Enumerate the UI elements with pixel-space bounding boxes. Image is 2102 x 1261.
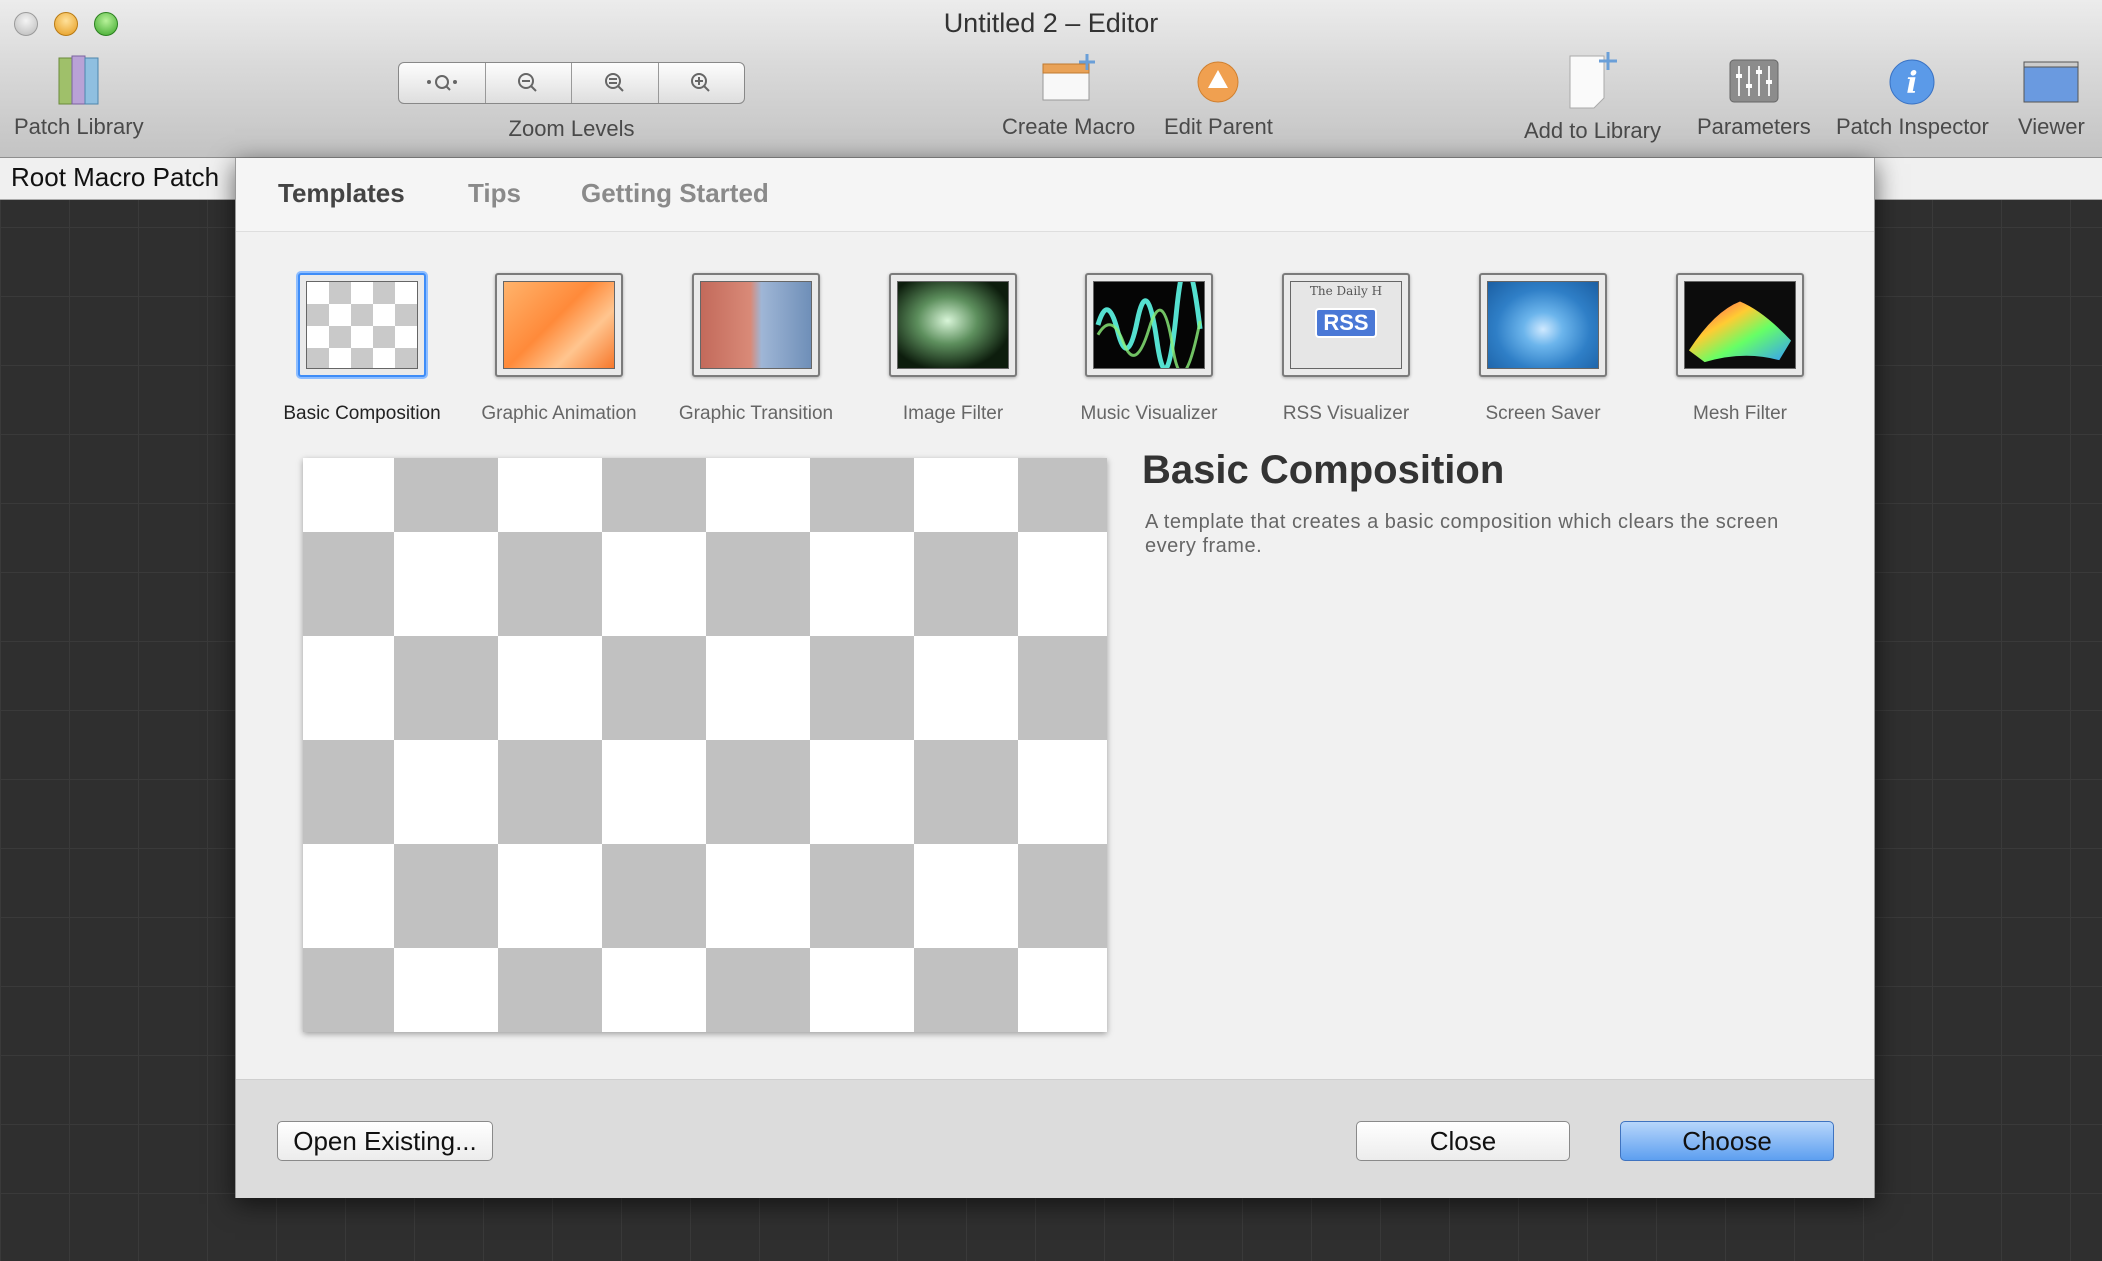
add-to-library-icon (1569, 52, 1618, 109)
template-label: Image Filter (902, 403, 1004, 424)
music-visualizer-thumbnail (1085, 264, 1213, 377)
open-existing-button[interactable]: Open Existing... (277, 1121, 493, 1161)
window-titlebar: Untitled 2 – Editor Patch Library Zoom L… (0, 0, 2102, 158)
sheet-tabs: Templates Tips Getting Started (236, 158, 1874, 232)
tab-tips[interactable]: Tips (468, 178, 521, 209)
zoom-fit-button[interactable] (399, 63, 486, 103)
create-macro-icon (1042, 54, 1095, 101)
screen-saver-thumbnail (1479, 273, 1607, 377)
zoom-levels-label: Zoom Levels (508, 116, 635, 141)
sliders-icon (1729, 59, 1779, 103)
zoom-actual-icon (604, 73, 624, 92)
window-title: Untitled 2 – Editor (943, 8, 1159, 38)
zoom-actual-size-button[interactable] (572, 63, 659, 103)
patch-inspector-label: Patch Inspector (1836, 114, 1989, 139)
template-detail-title: Basic Composition (1142, 448, 1505, 492)
zoom-levels-control (398, 62, 745, 104)
zoom-fit-icon (426, 75, 457, 91)
template-screen-saver[interactable]: Screen Saver (1448, 273, 1638, 425)
template-label: Music Visualizer (1080, 403, 1218, 424)
mesh-icon (1688, 301, 1792, 363)
root-macro-patch-label[interactable]: Root Macro Patch (11, 162, 219, 193)
template-label: Screen Saver (1485, 403, 1601, 424)
zoom-out-icon (518, 73, 537, 92)
image-filter-thumbnail (889, 273, 1017, 377)
waveform-icon (1095, 264, 1203, 374)
template-label: Basic Composition (283, 403, 441, 424)
add-to-library-label: Add to Library (1524, 118, 1661, 143)
template-graphic-animation[interactable]: Graphic Animation (464, 273, 654, 425)
viewer-window-icon (2023, 61, 2079, 103)
patch-library-label: Patch Library (14, 114, 144, 139)
library-books-icon (58, 55, 99, 105)
template-mesh-filter[interactable]: Mesh Filter (1645, 273, 1835, 425)
sheet-footer: Open Existing... Close Choose (236, 1079, 1874, 1198)
edit-parent-label: Edit Parent (1164, 114, 1273, 139)
template-preview (303, 458, 1107, 1032)
template-graphic-transition[interactable]: Graphic Transition (661, 273, 851, 425)
zoom-out-button[interactable] (486, 63, 572, 103)
create-macro-button[interactable]: Create Macro (1002, 52, 1135, 140)
edit-parent-button[interactable]: Edit Parent (1164, 52, 1273, 140)
patch-inspector-button[interactable]: i Patch Inspector (1836, 52, 1989, 140)
mesh-filter-thumbnail (1676, 273, 1804, 377)
rss-badge: RSS (1315, 308, 1377, 338)
template-rss-visualizer[interactable]: The Daily H RSS RSS Visualizer (1251, 273, 1441, 425)
graphic-animation-thumbnail (495, 273, 623, 377)
tab-templates[interactable]: Templates (278, 178, 405, 209)
viewer-label: Viewer (2018, 114, 2085, 139)
zoom-in-icon (691, 73, 710, 92)
edit-parent-arrow-icon (1197, 61, 1239, 103)
newspaper-masthead: The Daily H (1309, 284, 1383, 298)
template-chooser-sheet: Templates Tips Getting Started Basic Com… (235, 158, 1875, 1198)
template-label: RSS Visualizer (1282, 403, 1410, 424)
template-image-filter[interactable]: Image Filter (858, 273, 1048, 425)
template-label: Mesh Filter (1693, 403, 1787, 424)
tab-getting-started[interactable]: Getting Started (581, 178, 769, 209)
parameters-label: Parameters (1697, 114, 1811, 139)
close-button[interactable]: Close (1356, 1121, 1570, 1161)
template-basic-composition[interactable]: Basic Composition (267, 273, 457, 425)
patch-library-button[interactable]: Patch Library (14, 52, 144, 140)
rss-visualizer-thumbnail: The Daily H RSS (1282, 273, 1410, 377)
template-music-visualizer[interactable]: Music Visualizer (1054, 264, 1244, 425)
template-label: Graphic Transition (678, 403, 834, 424)
add-to-library-button[interactable]: Add to Library (1524, 52, 1661, 144)
template-detail-description: A template that creates a basic composit… (1145, 511, 1779, 557)
viewer-button[interactable]: Viewer (2018, 52, 2085, 140)
basic-composition-thumbnail (298, 273, 426, 377)
choose-button[interactable]: Choose (1620, 1121, 1834, 1161)
create-macro-label: Create Macro (1002, 114, 1136, 139)
svg-text:i: i (1907, 66, 1918, 101)
parameters-button[interactable]: Parameters (1697, 52, 1811, 140)
info-icon: i (1889, 59, 1935, 105)
zoom-in-button[interactable] (659, 63, 745, 103)
template-label: Graphic Animation (481, 403, 637, 424)
graphic-transition-thumbnail (692, 273, 820, 377)
